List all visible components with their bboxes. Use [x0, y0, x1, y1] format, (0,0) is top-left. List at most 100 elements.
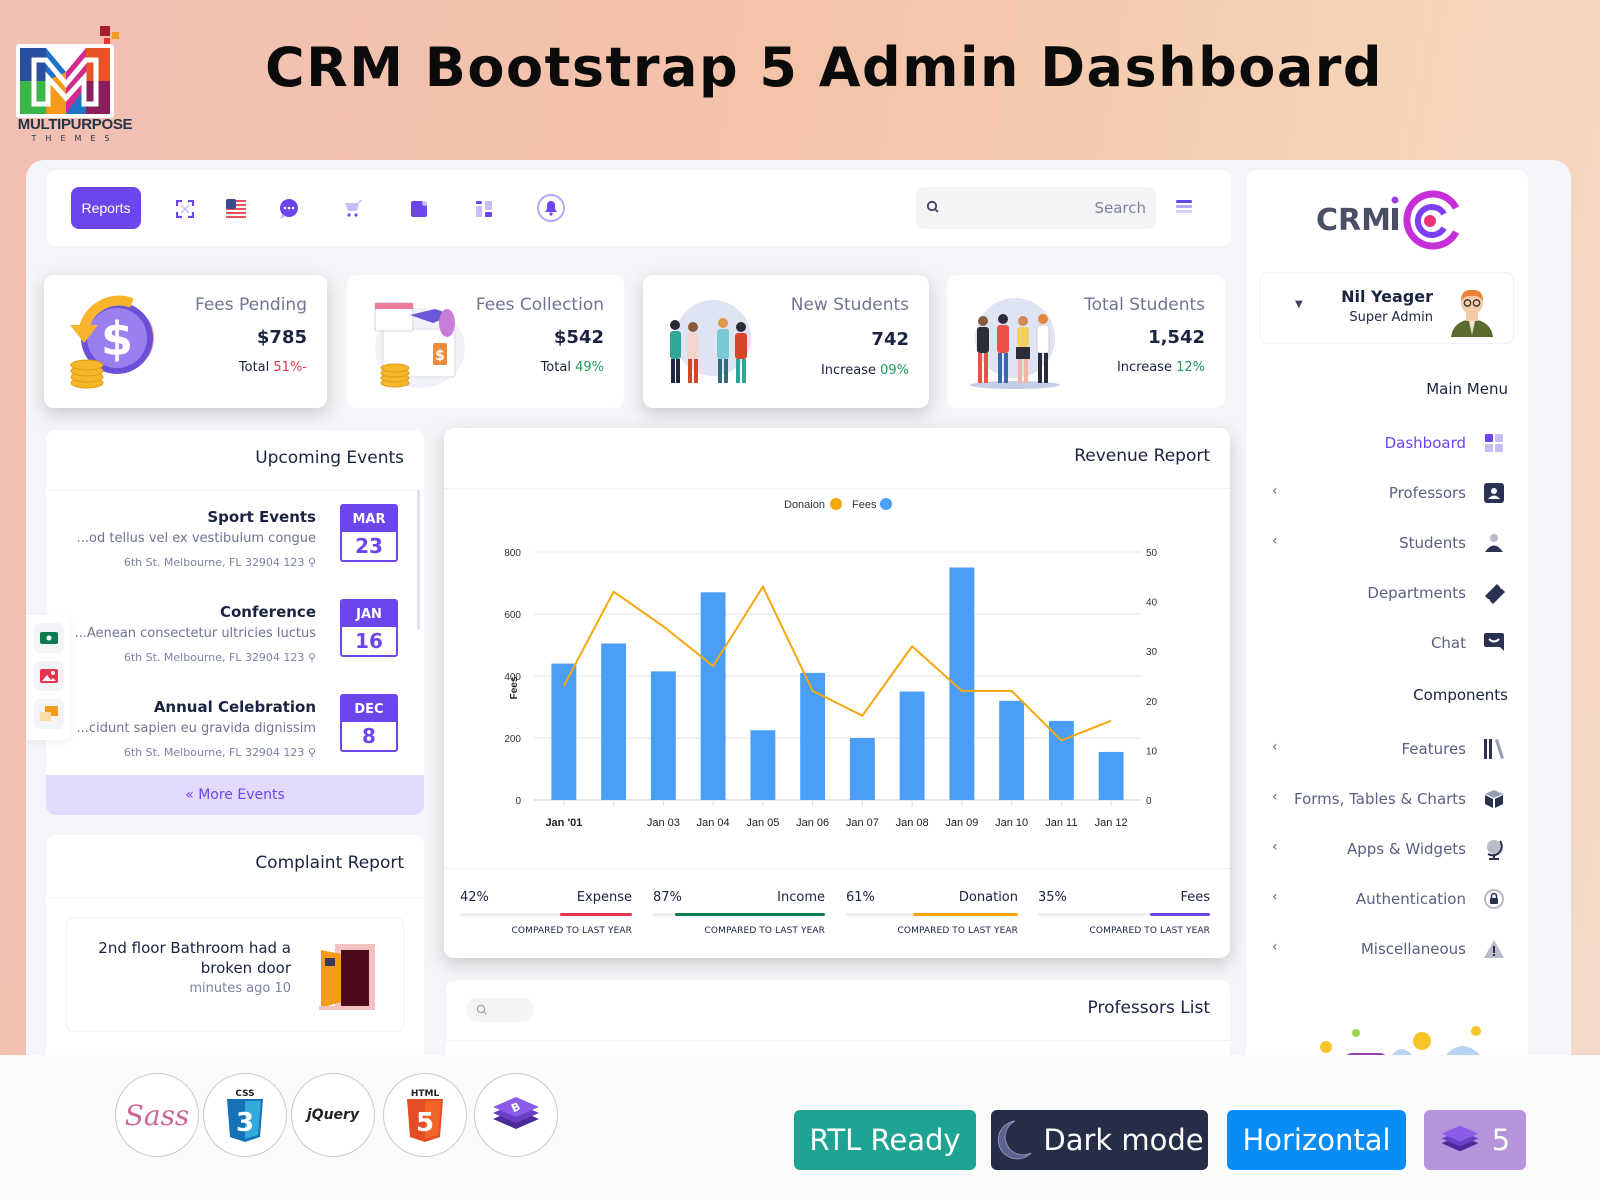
globe-icon	[1482, 837, 1506, 861]
sidebar-item-dashboard[interactable]: Dashboard	[1246, 427, 1528, 461]
kpi-progress-track	[460, 913, 632, 916]
y2-tick-label: 40	[1146, 598, 1158, 609]
crmi-logo[interactable]: CRM	[1316, 188, 1466, 250]
us-flag-icon[interactable]	[225, 198, 247, 220]
search-icon	[926, 200, 939, 213]
nav-label: Dashboard	[1384, 434, 1466, 452]
messages-tool-button[interactable]	[34, 699, 64, 729]
kpi-compare: COMPARED TO LAST YEAR	[1089, 926, 1210, 936]
x-tick-label: Jan 04	[697, 817, 730, 829]
complaint-title: Complaint Report	[255, 853, 404, 873]
x-tick-label: Jan 09	[945, 817, 978, 829]
event-description: ...cidunt sapien eu gravida dignissim	[76, 721, 316, 736]
html5-badge: HTML 5	[383, 1073, 467, 1157]
svg-text:$: $	[435, 348, 445, 364]
nav-label: Authentication	[1355, 890, 1466, 908]
image-tool-button[interactable]	[34, 661, 64, 691]
sidebar-item-departments[interactable]: Departments	[1246, 577, 1528, 611]
top-navbar: Reports	[46, 170, 1231, 246]
x-tick-label: Jan 11	[1045, 817, 1077, 829]
professors-search[interactable]	[466, 998, 534, 1022]
stat-value: 742	[871, 329, 909, 350]
stat-sub: Increase 09%	[820, 363, 909, 378]
chevron-left-icon: ‹	[1272, 839, 1278, 855]
kpi-label: Donation	[958, 890, 1018, 905]
event-day: 23	[355, 534, 383, 558]
reports-button[interactable]: Reports	[71, 187, 141, 229]
user-profile[interactable]: ▼ Nil Yeager Super Admin	[1260, 272, 1514, 344]
professor-icon	[1482, 481, 1506, 505]
sidebar-item-features[interactable]: ‹ Features	[1246, 733, 1528, 767]
nav-label: Miscellaneous	[1360, 940, 1466, 958]
chevron-left-icon: ‹	[1272, 789, 1278, 805]
location-pin-icon: ⚲	[307, 651, 316, 664]
broken-door-image	[319, 944, 375, 1010]
revenue-kpis: 42% Expense COMPARED TO LAST YEAR 87% In…	[460, 890, 1214, 950]
horizontal-button[interactable]: Horizontal	[1227, 1110, 1406, 1170]
sidebar-item-apps-widgets[interactable]: ‹ Apps & Widgets	[1246, 833, 1528, 867]
stat-card-fees-collection[interactable]: $ Fees Collection $542 Total 49%	[347, 275, 624, 408]
bar-fees	[849, 738, 875, 800]
event-name: Conference	[219, 603, 316, 621]
kpi-percent: 61%	[846, 890, 875, 905]
bootstrap-5-button[interactable]: 5	[1424, 1110, 1526, 1170]
stat-value: $542	[553, 327, 604, 348]
cart-icon[interactable]	[342, 198, 364, 220]
kpi-progress-track	[653, 913, 825, 916]
rtl-ready-button[interactable]: RTL Ready	[794, 1110, 976, 1170]
sidebar-item-professors[interactable]: ‹ Professors	[1246, 477, 1528, 511]
complaint-item[interactable]: 2nd floor Bathroom had a broken door min…	[66, 917, 404, 1032]
page-headline: CRM Bootstrap 5 Admin Dashboard	[265, 36, 1384, 99]
stat-card-new-students[interactable]: New Students 742 Increase 09%	[643, 275, 929, 408]
sidebar-item-students[interactable]: ‹ Students	[1246, 527, 1528, 561]
more-events-button[interactable]: « More Events	[46, 775, 424, 815]
stat-card-total-students[interactable]: Total Students 1,542 Increase 12%	[947, 275, 1225, 408]
events-title: Upcoming Events	[255, 448, 404, 468]
layout-icon[interactable]	[473, 198, 495, 220]
sidebar-item-forms-tables-charts[interactable]: ‹ Forms, Tables & Charts	[1246, 783, 1528, 817]
y-tick-label: 800	[504, 548, 521, 559]
bar-fees	[650, 671, 676, 800]
sass-logo-icon: Sass	[124, 1098, 190, 1132]
bell-icon[interactable]	[536, 193, 566, 223]
kpi-progress-fill	[559, 913, 632, 916]
divider	[46, 490, 424, 491]
sidebar-item-miscellaneous[interactable]: ‹ Miscellaneous	[1246, 933, 1528, 967]
kpi-income: 87% Income COMPARED TO LAST YEAR	[653, 890, 825, 950]
event-item[interactable]: Sport Events ...od tellus vel ex vestibu…	[46, 504, 424, 598]
event-month: JAN	[342, 601, 396, 627]
event-day: 8	[362, 724, 376, 748]
x-tick-label: Jan 03	[647, 817, 680, 829]
legend-marker	[830, 498, 842, 510]
svg-text:5: 5	[416, 1108, 434, 1138]
event-item[interactable]: Conference ...Aenean consectetur ultrici…	[46, 599, 424, 693]
stat-change: 51%-	[273, 360, 307, 375]
m-logo-icon	[16, 26, 119, 118]
x-tick-label: Jan '01	[545, 817, 582, 829]
stat-sub: Total 49%	[540, 360, 604, 375]
search-input[interactable]	[946, 187, 1146, 229]
money-tool-button[interactable]	[34, 623, 64, 653]
warning-icon	[1482, 937, 1506, 961]
sidebar-item-chat[interactable]: Chat	[1246, 627, 1528, 661]
caret-down-icon[interactable]: ▼	[1295, 299, 1303, 310]
svg-text:3: 3	[236, 1108, 254, 1138]
sidebar: CRM ▼ Nil Yeager Super Admin Main Menu D…	[1246, 170, 1528, 1055]
jquery-badge: jQuery	[291, 1073, 375, 1157]
y-tick-label: 0	[515, 796, 521, 807]
image-icon	[40, 669, 58, 683]
sidebar-item-authentication[interactable]: ‹ Authentication	[1246, 883, 1528, 917]
fullscreen-icon[interactable]	[174, 198, 196, 220]
chat-bubble-icon[interactable]	[278, 198, 300, 220]
kpi-progress-track	[1038, 913, 1210, 916]
menu-toggle-icon[interactable]	[1176, 200, 1192, 214]
kpi-progress-fill	[913, 913, 1018, 916]
x-tick-label: Jan 06	[796, 817, 829, 829]
dark-mode-button[interactable]: Dark mode	[991, 1110, 1208, 1170]
box-icon	[1482, 787, 1506, 811]
notes-icon[interactable]	[408, 198, 430, 220]
stat-card-fees-pending[interactable]: $ Fees Pending $785 Total 51%-	[44, 275, 327, 408]
chevron-left-icon: ‹	[1272, 739, 1278, 755]
nav-label: Professors	[1388, 484, 1466, 502]
kpi-progress-fill	[1149, 913, 1210, 916]
